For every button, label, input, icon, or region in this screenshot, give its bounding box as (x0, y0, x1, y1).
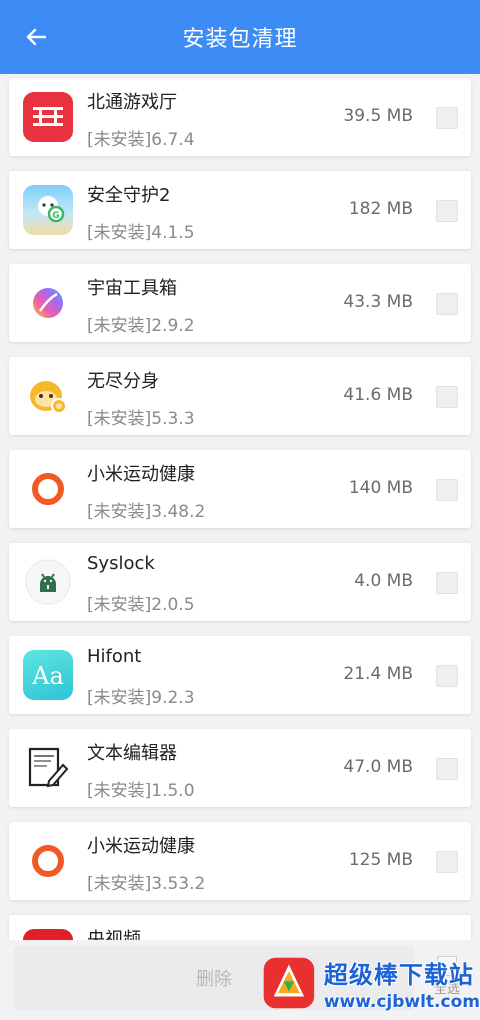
app-name: 央视频 (87, 929, 141, 940)
monkey-icon (23, 371, 73, 421)
betop-icon (23, 92, 73, 142)
package-list[interactable]: 北通游戏厅 [未安装]6.7.4 39.5 MB G 安全守护2 [未安装]4.… (0, 74, 480, 940)
select-checkbox[interactable] (436, 572, 458, 594)
select-checkbox[interactable] (436, 851, 458, 873)
list-item[interactable]: 北通游戏厅 [未安装]6.7.4 39.5 MB (9, 78, 471, 156)
app-size: 39.5 MB (343, 106, 413, 126)
list-item[interactable]: 小米运动健康 [未安装]3.53.2 125 MB (9, 822, 471, 900)
app-size: 43.3 MB (343, 292, 413, 312)
app-version: [未安装]3.48.2 (87, 502, 206, 522)
guard-icon: G (23, 185, 73, 235)
select-checkbox[interactable] (436, 479, 458, 501)
back-button[interactable] (22, 23, 50, 51)
app-version: [未安装]3.53.2 (87, 874, 206, 894)
app-version: [未安装]9.2.3 (87, 688, 195, 708)
page-title: 安装包清理 (182, 27, 298, 52)
app-name: 北通游戏厅 (87, 92, 177, 113)
app-name: Hifont (87, 646, 142, 667)
app-version: [未安装]4.1.5 (87, 223, 195, 243)
app-size: 4.0 MB (354, 571, 413, 591)
app-size: 125 MB (348, 850, 413, 870)
app-size: 182 MB (348, 199, 413, 219)
app-size: 140 MB (348, 478, 413, 498)
watermark-logo-icon (263, 957, 315, 1009)
app-name: 无尽分身 (87, 371, 159, 392)
app-size: 47.0 MB (343, 757, 413, 777)
svg-text:Aa: Aa (31, 662, 64, 690)
mi-fitness-icon (23, 464, 73, 514)
site-watermark: 超级棒下载站 www.cjbwlt.com (262, 950, 480, 1016)
watermark-url: www.cjbwlt.com (323, 991, 480, 1012)
list-item[interactable]: 无尽分身 [未安装]5.3.3 41.6 MB (9, 357, 471, 435)
app-size: 41.6 MB (343, 385, 413, 405)
list-item[interactable]: G 安全守护2 [未安装]4.1.5 182 MB (9, 171, 471, 249)
arrow-left-icon (26, 28, 46, 46)
app-version: [未安装]1.5.0 (87, 781, 195, 801)
app-name: Syslock (87, 553, 155, 574)
app-version: [未安装]2.9.2 (87, 316, 195, 336)
list-item[interactable]: 文本编辑器 [未安装]1.5.0 47.0 MB (9, 729, 471, 807)
android-lock-icon (23, 557, 73, 607)
universe-icon (23, 278, 73, 328)
list-item[interactable]: 小米运动健康 [未安装]3.48.2 140 MB (9, 450, 471, 528)
app-size: 21.4 MB (343, 664, 413, 684)
select-checkbox[interactable] (436, 293, 458, 315)
app-version: [未安装]5.3.3 (87, 409, 195, 429)
list-item[interactable]: 宇宙工具箱 [未安装]2.9.2 43.3 MB (9, 264, 471, 342)
list-item[interactable]: Syslock [未安装]2.0.5 4.0 MB (9, 543, 471, 621)
select-checkbox[interactable] (436, 665, 458, 687)
select-checkbox[interactable] (436, 200, 458, 222)
list-item[interactable]: 央视频 (9, 915, 471, 940)
app-version: [未安装]6.7.4 (87, 130, 195, 150)
app-name: 安全守护2 (87, 185, 171, 206)
watermark-text: 超级棒下载站 (323, 960, 474, 989)
svg-text:G: G (52, 211, 59, 221)
hifont-icon: Aa (23, 650, 73, 700)
app-name: 小米运动健康 (87, 836, 195, 857)
select-checkbox[interactable] (436, 386, 458, 408)
text-editor-icon (23, 743, 73, 793)
app-name: 文本编辑器 (87, 743, 177, 764)
app-name: 小米运动健康 (87, 464, 195, 485)
select-checkbox[interactable] (436, 107, 458, 129)
cctv-icon (23, 929, 73, 940)
select-checkbox[interactable] (436, 758, 458, 780)
app-name: 宇宙工具箱 (87, 278, 177, 299)
list-item[interactable]: Aa Hifont [未安装]9.2.3 21.4 MB (9, 636, 471, 714)
app-version: [未安装]2.0.5 (87, 595, 195, 615)
mi-fitness-icon (23, 836, 73, 886)
app-header: 安装包清理 (0, 0, 480, 74)
